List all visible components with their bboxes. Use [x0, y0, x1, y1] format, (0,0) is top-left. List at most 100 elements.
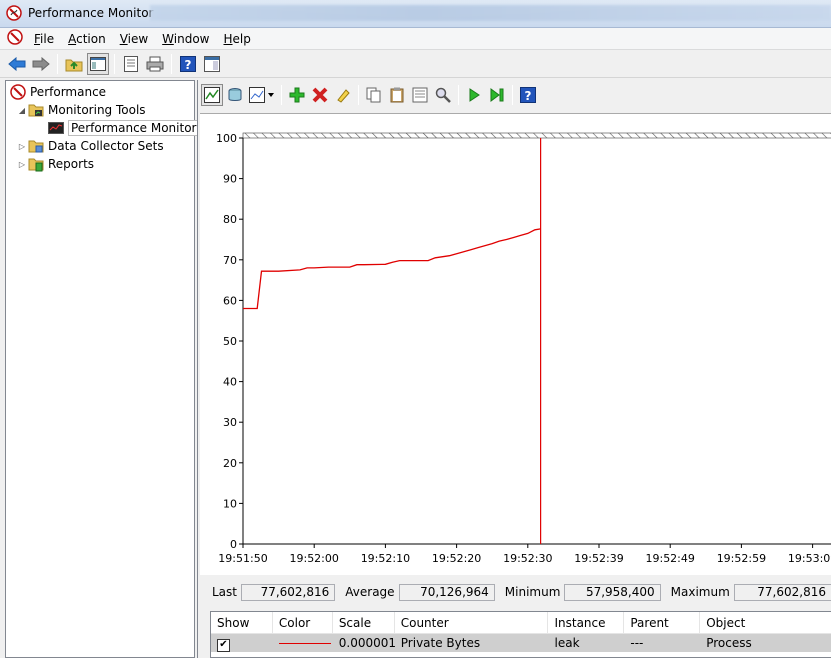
x-tick-label: 19:51:50 [218, 552, 267, 565]
delete-counter-button[interactable] [309, 84, 331, 106]
toolbar-separator [114, 53, 115, 74]
unfreeze-display-button[interactable] [463, 84, 485, 106]
menu-window[interactable]: Window [155, 32, 216, 46]
counter-cell: Private Bytes [400, 636, 481, 650]
private-bytes-series-line [243, 228, 541, 310]
help-button[interactable]: ? [177, 53, 199, 75]
average-label: Average [345, 585, 395, 599]
column-header-parent[interactable]: Parent [624, 611, 701, 634]
line-chart: 0 10 20 30 40 50 60 70 80 90 100 19:51:50 19:52:00 19… [216, 132, 831, 565]
y-tick-label: 70 [223, 254, 237, 267]
graph-type-icon [249, 87, 274, 103]
view-current-activity-button[interactable] [201, 84, 223, 106]
zoom-button[interactable] [432, 84, 454, 106]
tree-label: Monitoring Tools [48, 103, 146, 117]
folder-up-icon [65, 59, 83, 71]
last-value: 77,602,816 [241, 583, 336, 601]
y-tick-label: 50 [223, 335, 237, 348]
show-cell: ✔ [211, 634, 273, 652]
menu-action[interactable]: Action [61, 32, 113, 46]
properties-button[interactable] [201, 53, 223, 75]
system-menu-icon[interactable] [7, 29, 23, 48]
console-tree: Performance ◢ Monitoring Tools Performan… [5, 80, 200, 658]
forward-button[interactable] [30, 53, 52, 75]
maximum-label: Maximum [670, 585, 730, 599]
menu-view[interactable]: View [113, 32, 155, 46]
menu-help[interactable]: Help [217, 32, 258, 46]
series-color-line [278, 642, 331, 644]
minimum-label: Minimum [504, 585, 561, 599]
graph-view-icon [204, 87, 220, 103]
column-header-counter[interactable]: Counter [395, 611, 549, 634]
title-bar: Performance Monitor [0, 0, 831, 28]
counter-row[interactable]: ✔ 0.000001 Private Bytes leak --- Proces… [211, 634, 831, 652]
properties-button[interactable] [409, 84, 431, 106]
column-header-show[interactable]: Show [211, 611, 273, 634]
back-arrow-icon [8, 56, 26, 71]
export-list-icon [124, 55, 138, 72]
toolbar-separator [512, 85, 513, 105]
y-tick-label: 90 [223, 173, 237, 186]
view-log-data-button[interactable] [224, 84, 246, 106]
change-graph-type-button[interactable] [247, 84, 277, 106]
copy-properties-button[interactable] [363, 84, 385, 106]
step-forward-icon [490, 88, 504, 102]
properties-panel-icon [204, 55, 220, 72]
column-header-object[interactable]: Object [700, 612, 831, 634]
forward-arrow-icon [32, 56, 50, 71]
expand-arrow-icon[interactable]: ▷ [16, 158, 28, 170]
tree-label: Data Collector Sets [48, 139, 164, 153]
graph-help-button[interactable]: ? [517, 84, 539, 106]
column-header-instance[interactable]: Instance [548, 611, 625, 634]
highlight-button[interactable] [332, 84, 354, 106]
play-icon [469, 88, 480, 102]
help-icon: ? [520, 87, 536, 103]
back-button[interactable] [6, 53, 28, 75]
export-list-button[interactable] [120, 53, 142, 75]
column-header-color[interactable]: Color [273, 611, 333, 634]
x-tick-label: 19:52:00 [289, 552, 338, 565]
y-tick-label: 80 [223, 213, 237, 226]
folder-monitoring-icon [28, 102, 44, 118]
svg-text:?: ? [525, 89, 532, 103]
x-tick-label: 19:52:59 [717, 552, 766, 565]
tree-node-monitoring-tools[interactable]: ◢ Monitoring Tools [16, 101, 146, 119]
chart-monitor-icon [48, 120, 64, 136]
menu-file[interactable]: File [27, 32, 61, 46]
up-one-level-button[interactable] [63, 53, 85, 75]
graph-top-hatch-band [242, 132, 831, 139]
tree-node-data-collector-sets[interactable]: ▷ Data Collector Sets [16, 137, 164, 155]
tree-node-reports[interactable]: ▷ Reports [16, 155, 94, 173]
counter-list-header: Show Color Scale Counter Instance Parent… [211, 611, 831, 634]
tree-label: Performance Monitor [68, 120, 200, 136]
scale-cell: 0.000001 [338, 636, 397, 650]
performance-monitor-pane: ? 0 10 20 30 40 50 60 70 80 90 100 19:51:50 19:52:00… [197, 80, 831, 658]
help-icon: ? [180, 55, 196, 72]
performance-graph[interactable]: 0 10 20 30 40 50 60 70 80 90 100 19:51:50 19:52:00 19… [200, 113, 831, 575]
y-tick-label: 20 [223, 457, 237, 470]
minimum-value: 57,958,400 [564, 583, 661, 601]
show-checkbox[interactable]: ✔ [217, 638, 230, 652]
y-tick-label: 30 [223, 416, 237, 429]
column-header-scale[interactable]: Scale [333, 611, 395, 634]
svg-text:?: ? [185, 58, 192, 72]
window-title: Performance Monitor [28, 6, 154, 20]
tree-node-performance[interactable]: Performance [10, 83, 106, 101]
show-hide-console-tree-button[interactable] [87, 52, 109, 75]
delete-x-icon [312, 87, 328, 103]
instance-cell: leak [554, 636, 580, 650]
collapse-arrow-icon[interactable]: ◢ [16, 104, 28, 116]
last-label: Last [212, 585, 237, 599]
folder-reports-icon [28, 156, 44, 172]
update-data-button[interactable] [486, 84, 508, 106]
expand-arrow-icon[interactable]: ▷ [16, 140, 28, 152]
x-tick-label: 19:52:39 [574, 552, 623, 565]
parent-cell: --- [630, 636, 644, 650]
statistics-bar: Last 77,602,816 Average 70,126,964 Minim… [198, 580, 831, 604]
toolbar-separator [171, 53, 172, 74]
tree-node-performance-monitor[interactable]: Performance Monitor [48, 119, 200, 137]
add-counter-button[interactable] [286, 84, 308, 106]
paste-counter-list-button[interactable] [386, 84, 408, 106]
print-button[interactable] [144, 53, 166, 75]
main-toolbar: ? [0, 50, 831, 78]
